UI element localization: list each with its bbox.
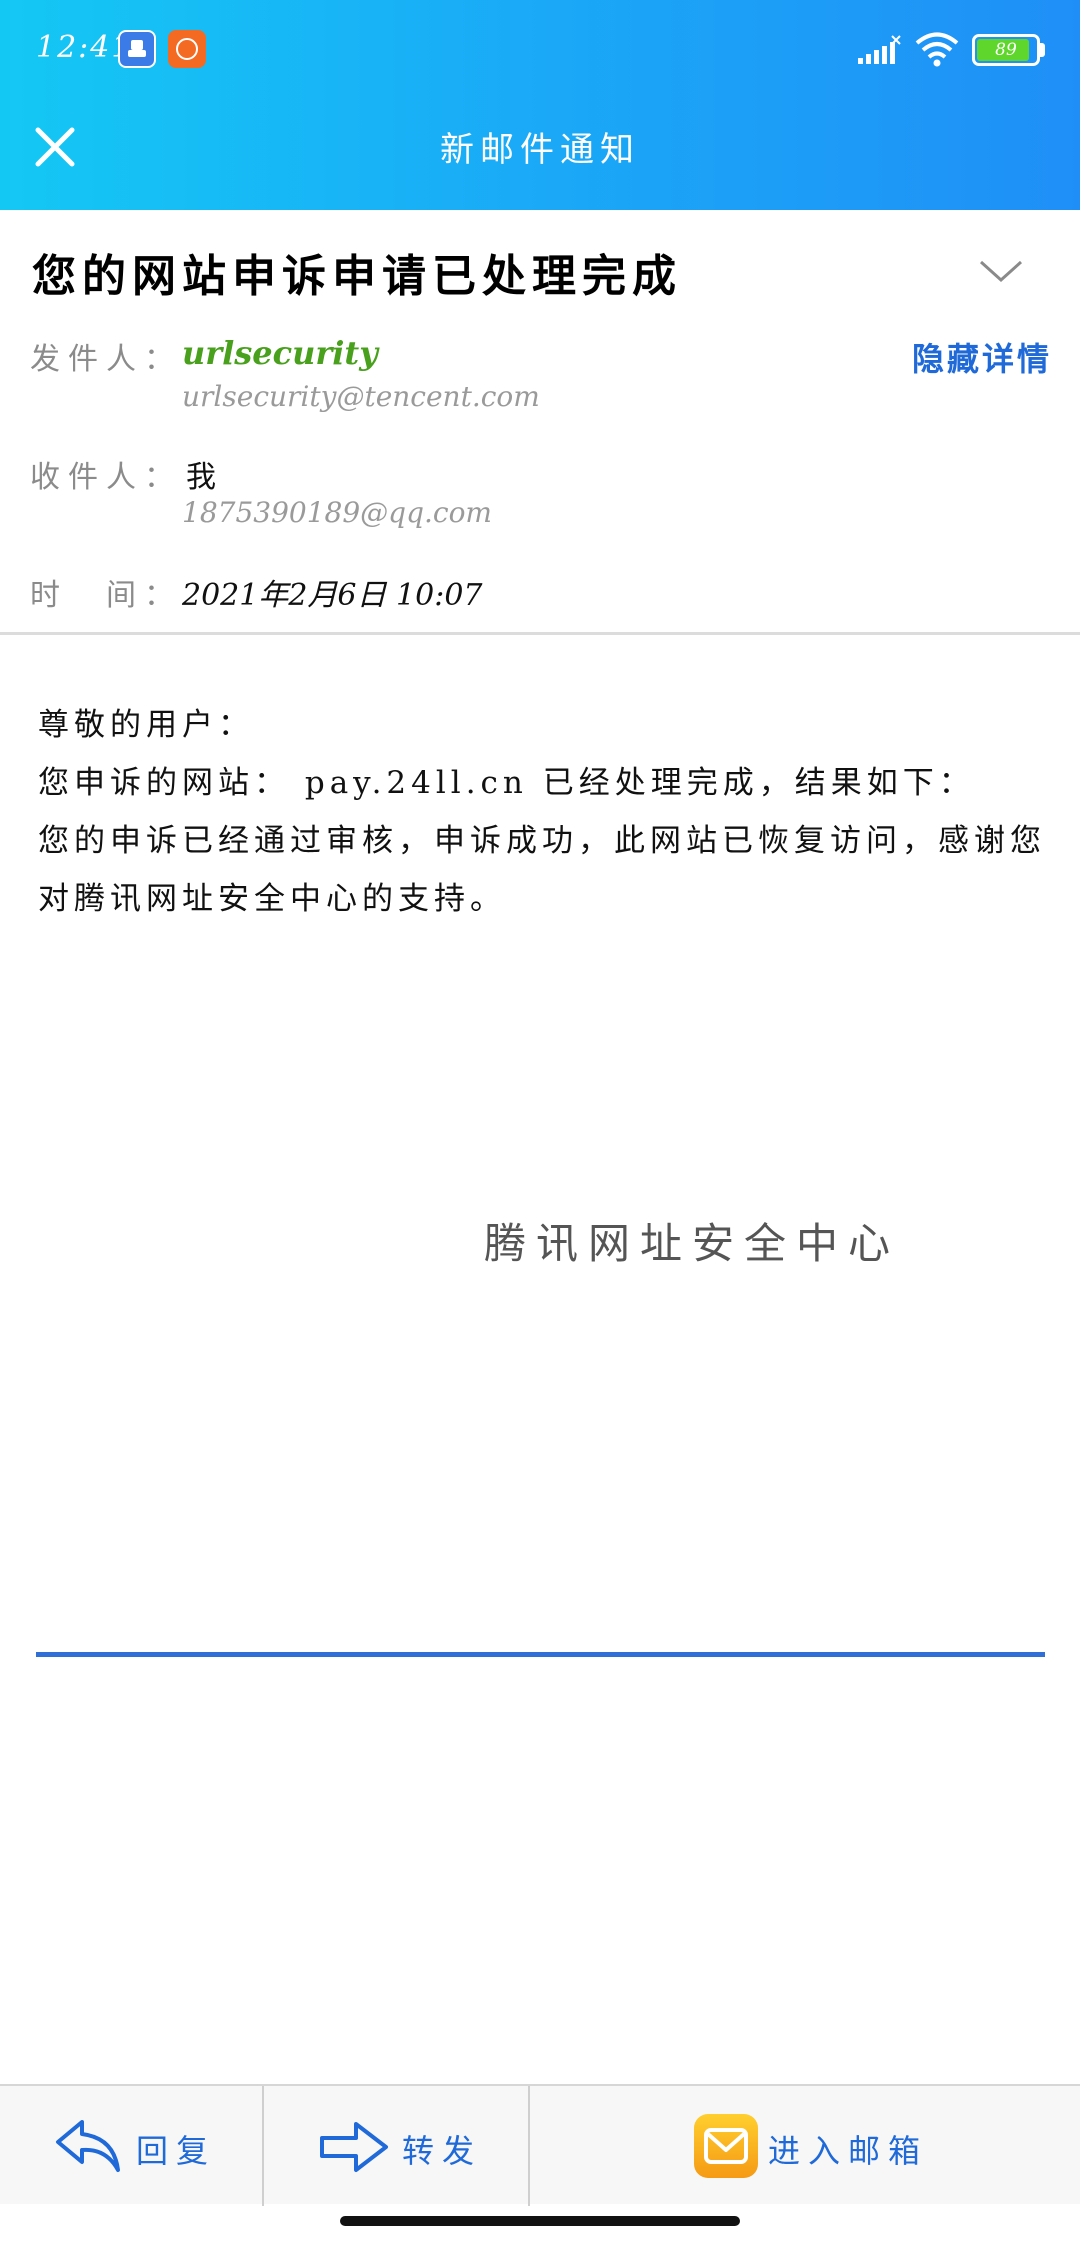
body-line2: 您的申诉已经通过审核，申诉成功，此网站已恢复访问，感谢您对腾讯网址安全中心的支持… bbox=[38, 823, 1046, 917]
battery-level-text: 89 bbox=[995, 40, 1017, 60]
mail-subject: 您的网站申诉申请已处理完成 bbox=[32, 251, 682, 302]
chevron-down-icon[interactable] bbox=[978, 258, 1024, 286]
battery-icon: 89 bbox=[972, 34, 1040, 66]
forward-arrow-icon bbox=[320, 2122, 388, 2172]
bottom-toolbar: 回复 转发 进入邮箱 bbox=[0, 2084, 1080, 2206]
recipient-email: 1875390189@qq.com bbox=[182, 496, 492, 529]
mail-signature: 腾讯网址安全中心 bbox=[484, 1219, 901, 1268]
time-label: 时 间： bbox=[30, 578, 182, 613]
signal-icon bbox=[858, 35, 901, 64]
body-line1: 您申诉的网站： pay.24ll.cn 已经处理完成，结果如下： bbox=[38, 765, 975, 801]
footer-divider bbox=[36, 1652, 1045, 1657]
forward-label: 转发 bbox=[402, 2132, 483, 2170]
battery-cap bbox=[1040, 43, 1045, 57]
open-mailbox-button[interactable]: 进入邮箱 bbox=[530, 2086, 1080, 2206]
app-header: 12:41 89 新邮件通知 bbox=[0, 0, 1080, 210]
open-mailbox-label: 进入邮箱 bbox=[768, 2132, 929, 2170]
reply-button[interactable]: 回复 bbox=[0, 2086, 262, 2206]
sender-email: urlsecurity@tencent.com bbox=[182, 380, 540, 413]
header-title: 新邮件通知 bbox=[440, 130, 640, 170]
reply-arrow-icon bbox=[56, 2120, 120, 2172]
forward-button[interactable]: 转发 bbox=[264, 2086, 528, 2206]
divider bbox=[0, 632, 1080, 635]
hide-details-button[interactable]: 隐藏详情 bbox=[912, 334, 1052, 380]
mail-body: 尊敬的用户： 您申诉的网站： pay.24ll.cn 已经处理完成，结果如下： … bbox=[38, 696, 1048, 928]
body-greeting: 尊敬的用户： bbox=[38, 707, 254, 743]
wifi-icon bbox=[915, 32, 959, 67]
recipient-label: 收件人： bbox=[30, 460, 182, 495]
app-notification-icon bbox=[118, 30, 156, 68]
mi-app-icon bbox=[168, 30, 206, 68]
sender-label: 发件人： bbox=[30, 342, 182, 377]
sender-name[interactable]: urlsecurity bbox=[182, 334, 378, 372]
home-indicator[interactable] bbox=[340, 2216, 740, 2226]
recipient-name[interactable]: 我 bbox=[186, 452, 216, 496]
reply-label: 回复 bbox=[136, 2132, 217, 2170]
qq-mail-icon bbox=[694, 2114, 758, 2178]
time-value: 2021年2月6日 10:07 bbox=[182, 578, 483, 613]
status-bar: 12:41 89 bbox=[0, 0, 1080, 100]
